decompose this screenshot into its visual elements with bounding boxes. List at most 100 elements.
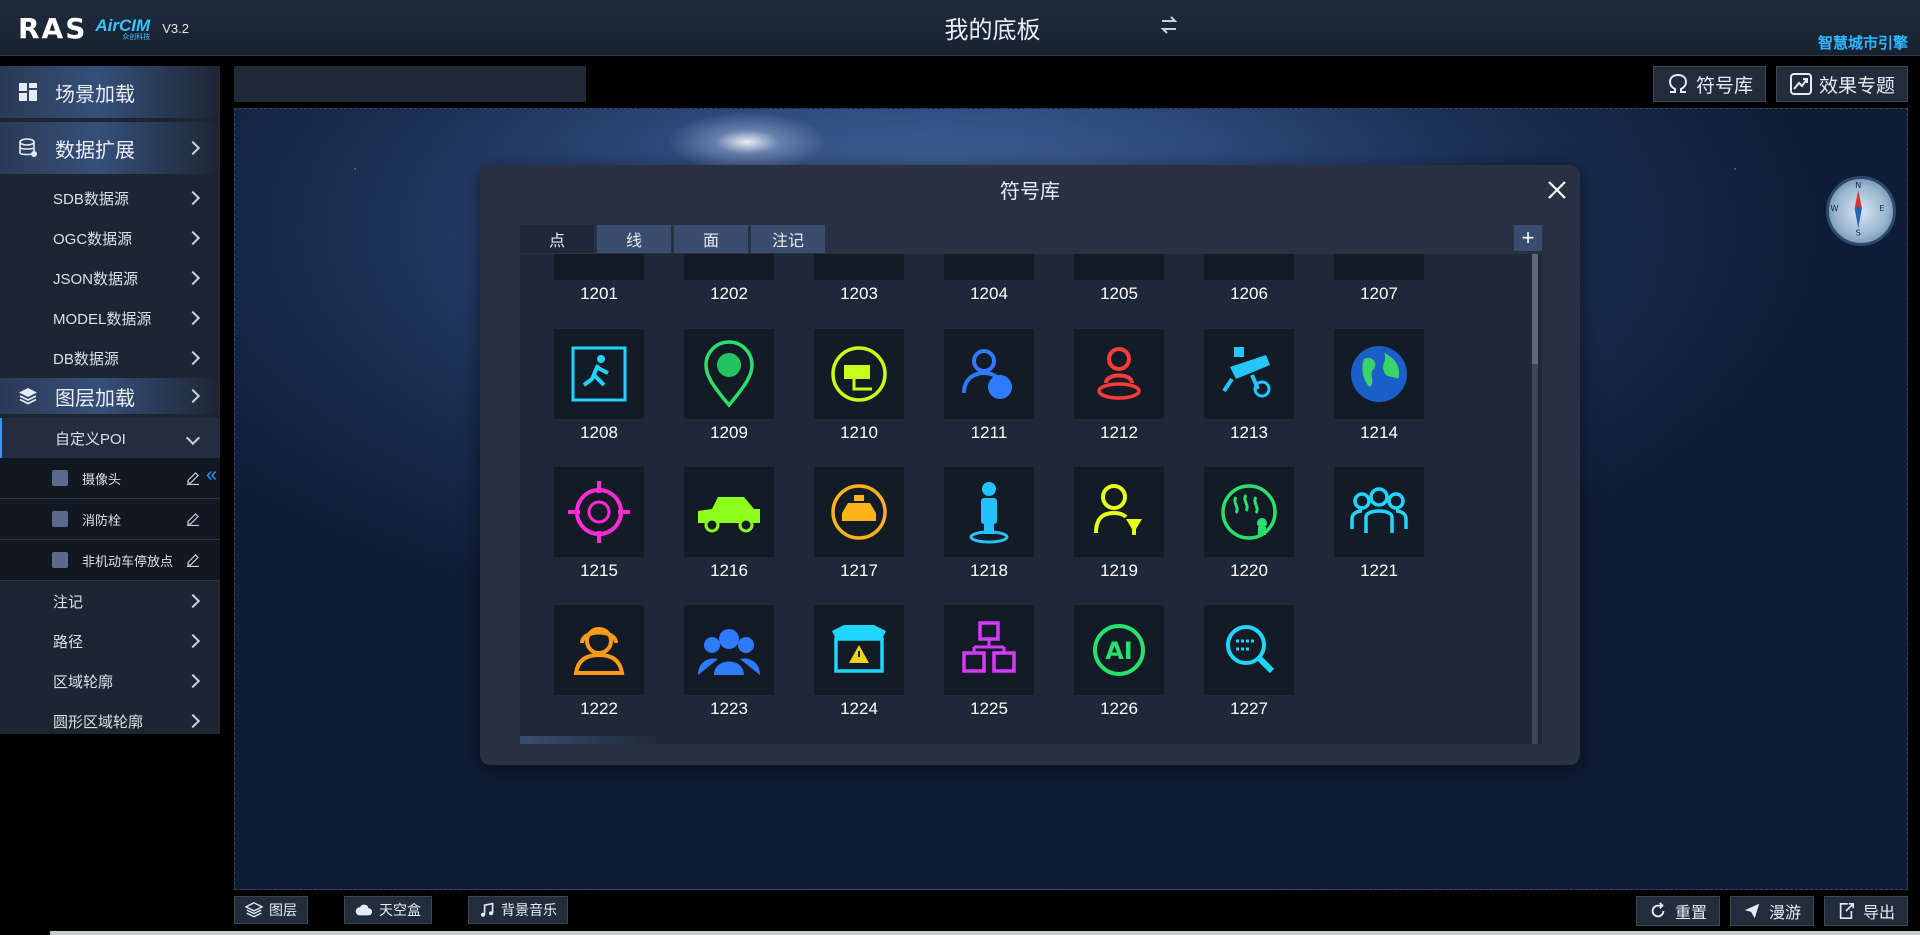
swap-icon[interactable] <box>1158 14 1180 36</box>
chevron-right-icon <box>185 350 201 366</box>
map-search-strip[interactable] <box>234 66 586 102</box>
layers-button[interactable]: 图层 <box>234 896 308 924</box>
symbol-tile[interactable] <box>1074 467 1164 557</box>
symbol-tile[interactable] <box>1204 329 1294 419</box>
camera-icon <box>831 346 887 402</box>
chevron-right-icon <box>185 633 201 649</box>
layer-checkbox[interactable] <box>52 552 68 568</box>
symbol-tile[interactable] <box>684 329 774 419</box>
app-logo: RAS AirCIM 众创科技 V3.2 <box>18 12 189 45</box>
symbol-tile[interactable] <box>684 605 774 695</box>
symbol-tile[interactable] <box>554 329 644 419</box>
sidebar-item-path[interactable]: 路径 <box>0 621 220 661</box>
symbol-label: 1212 <box>1100 423 1138 442</box>
sidebar-item-circle-region[interactable]: 圆形区域轮廓 <box>0 701 220 741</box>
tab-point[interactable]: 点 <box>520 225 594 253</box>
poi-layer-label: 摄像头 <box>82 471 122 487</box>
symbol-tile[interactable] <box>554 254 644 280</box>
symbol-tile[interactable] <box>944 467 1034 557</box>
scrollbar[interactable] <box>1532 254 1538 744</box>
dynamic-symbol-section <box>520 736 660 744</box>
symbol-library-dialog: 符号库 点 线 面 注记 + 1201 1202 1203 1204 1205 1206 1… <box>480 165 1580 765</box>
cloud-icon <box>355 904 373 916</box>
sidebar-item-sdb[interactable]: SDB数据源 <box>0 178 220 218</box>
edit-icon[interactable] <box>186 553 200 567</box>
skybox-button[interactable]: 天空盒 <box>344 896 432 924</box>
add-symbol-button[interactable]: + <box>1514 225 1542 251</box>
scrollbar-thumb[interactable] <box>1532 254 1538 364</box>
button-label: 漫游 <box>1768 905 1801 922</box>
symbol-tile[interactable] <box>684 467 774 557</box>
sidebar-item-ogc[interactable]: OGC数据源 <box>0 218 220 258</box>
sidebar-item-model[interactable]: MODEL数据源 <box>0 298 220 338</box>
ai-icon: AI <box>1093 624 1145 676</box>
button-label: 符号库 <box>1695 75 1753 97</box>
effects-button[interactable]: 效果专题 <box>1775 66 1908 102</box>
symbol-tile[interactable] <box>814 467 904 557</box>
page-title: 我的底板 <box>944 17 1041 44</box>
symbol-tile[interactable]: AI <box>1074 605 1164 695</box>
sidebar-item-label: 区域轮廓 <box>53 673 114 691</box>
symbol-tile[interactable] <box>814 605 904 695</box>
layer-checkbox[interactable] <box>52 511 68 527</box>
symbol-tile[interactable] <box>1334 329 1424 419</box>
symbol-tile[interactable] <box>944 329 1034 419</box>
sidebar-item-annotation[interactable]: 注记 <box>0 581 220 621</box>
svg-text:E: E <box>1879 203 1884 213</box>
symbol-label: 1204 <box>970 284 1008 303</box>
symbol-label: 1208 <box>580 423 618 442</box>
tab-annotation[interactable]: 注记 <box>751 225 825 253</box>
symbol-tile[interactable] <box>554 467 644 557</box>
roam-button[interactable]: 漫游 <box>1729 896 1814 926</box>
tab-line[interactable]: 线 <box>597 225 671 253</box>
chevron-right-icon <box>185 230 201 246</box>
dashboard-icon <box>19 83 37 101</box>
symbol-tile[interactable] <box>814 329 904 419</box>
menu-layer-load[interactable]: 图层加载 <box>0 378 220 414</box>
export-button[interactable]: 导出 <box>1823 896 1908 926</box>
tab-polygon[interactable]: 面 <box>674 225 748 253</box>
sidebar-item-json[interactable]: JSON数据源 <box>0 258 220 298</box>
menu-data-ext[interactable]: 数据扩展 <box>0 122 220 174</box>
top-bar: RAS AirCIM 众创科技 V3.2 我的底板 智慧城市引擎 <box>0 0 1920 56</box>
layers-icon <box>245 902 263 918</box>
symbol-tile[interactable] <box>944 605 1034 695</box>
menu-scene-load[interactable]: 场景加载 <box>0 66 220 118</box>
poi-layer-row[interactable]: 摄像头 <box>0 458 220 499</box>
logo-company-text: 众创科技 <box>122 33 151 41</box>
sidebar-item-region[interactable]: 区域轮廓 <box>0 661 220 701</box>
bottom-right-toolbar: 重置 漫游 导出 <box>1635 896 1908 926</box>
sidebar-item-db[interactable]: DB数据源 <box>0 338 220 378</box>
button-label: 重置 <box>1674 905 1707 922</box>
edit-icon[interactable] <box>186 471 200 485</box>
symbol-tile[interactable] <box>1204 254 1294 280</box>
close-icon[interactable] <box>1546 179 1568 201</box>
symbol-library-button[interactable]: 符号库 <box>1652 66 1766 102</box>
sidebar-item-label: SDB数据源 <box>53 190 129 208</box>
symbol-tile[interactable] <box>1334 254 1424 280</box>
symbol-tile[interactable] <box>1204 467 1294 557</box>
user-group-icon <box>962 349 1012 399</box>
button-label: 天空盒 <box>379 902 421 918</box>
collapse-sidebar-icon[interactable]: « <box>206 465 228 485</box>
symbol-tile[interactable] <box>1204 605 1294 695</box>
symbol-tile[interactable] <box>814 254 904 280</box>
window-bottom-edge <box>50 931 1920 935</box>
symbol-tile[interactable] <box>944 254 1034 280</box>
trend-icon <box>1789 73 1812 95</box>
background-music-button[interactable]: 背景音乐 <box>468 896 568 924</box>
layers-icon <box>19 388 37 405</box>
compass[interactable]: N S W E <box>1826 176 1896 246</box>
poi-layer-row[interactable]: 非机动车停放点 <box>0 540 220 581</box>
symbol-tile[interactable] <box>1074 329 1164 419</box>
poi-layer-row[interactable]: 消防栓 <box>0 499 220 540</box>
symbol-tile[interactable] <box>554 605 644 695</box>
symbol-tile[interactable] <box>684 254 774 280</box>
sidebar-item-custom-poi[interactable]: 自定义POI <box>0 418 220 458</box>
edit-icon[interactable] <box>186 512 200 526</box>
layer-checkbox[interactable] <box>52 470 68 486</box>
reset-button[interactable]: 重置 <box>1635 896 1720 926</box>
symbol-tile[interactable] <box>1074 254 1164 280</box>
symbol-tile[interactable] <box>1334 467 1424 557</box>
export-icon <box>1839 902 1854 920</box>
